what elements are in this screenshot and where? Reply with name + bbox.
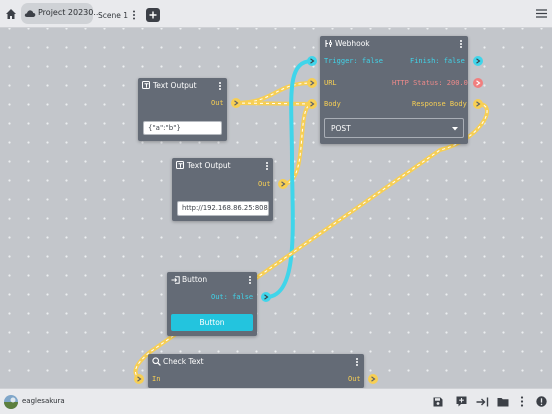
- node-menu-icon[interactable]: [354, 356, 360, 368]
- chevron-right-icon: [476, 101, 481, 107]
- body-port-label: Body: [324, 100, 341, 108]
- out-port-handle[interactable]: [261, 292, 271, 302]
- save-icon[interactable]: [433, 397, 443, 407]
- finish-port-handle[interactable]: [473, 56, 483, 66]
- chevron-right-icon: [476, 80, 481, 86]
- trigger-button[interactable]: Button: [171, 314, 253, 331]
- http-status-port-label: HTTP Status: 200.0: [392, 79, 468, 87]
- http-method-value: POST: [331, 124, 351, 133]
- out-port-label: Out: [258, 180, 271, 188]
- out-port-label: Out: [211, 99, 224, 107]
- chevron-right-icon: [310, 58, 315, 64]
- wire-text-output-1-to-url: [235, 81, 313, 105]
- response-body-port-label: Response Body: [412, 100, 467, 108]
- body-port-handle[interactable]: [307, 99, 317, 109]
- out-port-label: Out: false: [211, 293, 254, 301]
- dropdown-arrow-icon: [452, 127, 458, 131]
- home-icon[interactable]: [5, 8, 17, 20]
- chevron-right-icon: [234, 100, 239, 106]
- add-scene-button[interactable]: [146, 8, 160, 22]
- in-port-handle[interactable]: [134, 374, 144, 384]
- trigger-port-handle[interactable]: [307, 56, 317, 66]
- text-value-field[interactable]: {"a":"b"}: [143, 121, 222, 135]
- check-text-node[interactable]: Check Text In Out: [148, 354, 364, 388]
- node-title: Text Output: [187, 161, 231, 170]
- plus-icon: [149, 11, 157, 19]
- url-port-handle[interactable]: [307, 78, 317, 88]
- webhook-icon: [325, 40, 333, 47]
- in-port-label: In: [152, 375, 161, 383]
- webhook-node[interactable]: Webhook Trigger: false Finish: false URL…: [320, 36, 468, 144]
- url-port-label: URL: [324, 79, 337, 87]
- top-toolbar: Project 20230... Scene 1: [0, 0, 552, 28]
- avatar[interactable]: [4, 395, 18, 409]
- out-port-handle[interactable]: [278, 179, 288, 189]
- info-icon[interactable]: [536, 396, 547, 407]
- chevron-right-icon: [371, 376, 376, 382]
- out-port-handle[interactable]: [231, 98, 241, 108]
- chevron-right-icon: [310, 80, 315, 86]
- text-node-icon: [142, 81, 150, 89]
- chevron-right-icon: [281, 181, 286, 187]
- bottom-toolbar: [0, 388, 552, 414]
- text-output-node-2[interactable]: Text Output Out http://192.168.86.25:808…: [172, 158, 273, 221]
- chevron-right-icon: [476, 58, 481, 64]
- node-menu-icon[interactable]: [217, 80, 223, 92]
- node-title: Webhook: [335, 39, 370, 48]
- project-tab[interactable]: Project 20230...: [21, 3, 101, 24]
- node-title: Button: [182, 275, 208, 284]
- http-status-port-handle[interactable]: [473, 78, 483, 88]
- wire-text-output-2-to-body: [282, 102, 313, 186]
- wire-text-output-1-to-body: [235, 101, 313, 106]
- http-method-select[interactable]: POST: [324, 118, 464, 138]
- run-to-end-icon[interactable]: [476, 397, 489, 407]
- project-name: Project 20230...: [38, 8, 101, 17]
- more-vertical-icon[interactable]: [520, 396, 524, 407]
- out-port-handle[interactable]: [368, 374, 378, 384]
- username-label: eaglesakura: [22, 397, 65, 405]
- input-node-icon: [171, 276, 180, 284]
- response-body-port-handle[interactable]: [473, 99, 483, 109]
- text-node-icon: [176, 161, 184, 169]
- scene-menu-icon[interactable]: [132, 10, 136, 20]
- node-menu-icon[interactable]: [264, 160, 270, 172]
- out-port-label: Out: [348, 375, 361, 383]
- text-value-field[interactable]: http://192.168.86.25:8080: [177, 201, 269, 216]
- node-menu-icon[interactable]: [247, 274, 253, 286]
- hamburger-menu-icon[interactable]: [536, 9, 547, 18]
- node-title: Check Text: [163, 357, 204, 366]
- connection-layer: [133, 59, 490, 381]
- node-title: Text Output: [153, 81, 197, 90]
- chevron-right-icon: [264, 294, 269, 300]
- wire-response-to-check-text: [133, 102, 490, 381]
- add-node-icon[interactable]: [456, 396, 467, 407]
- trigger-port-label: Trigger: false: [324, 57, 384, 65]
- finish-port-label: Finish: false: [410, 57, 465, 65]
- button-node[interactable]: Button Out: false Button: [167, 272, 257, 336]
- node-menu-icon[interactable]: [458, 38, 464, 50]
- scene-tab[interactable]: Scene 1: [98, 11, 128, 20]
- chevron-right-icon: [310, 101, 315, 107]
- text-output-node-1[interactable]: Text Output Out {"a":"b"}: [138, 78, 227, 141]
- search-icon: [152, 357, 161, 366]
- chevron-right-icon: [137, 376, 142, 382]
- cloud-icon: [24, 10, 36, 17]
- folder-icon[interactable]: [497, 397, 509, 407]
